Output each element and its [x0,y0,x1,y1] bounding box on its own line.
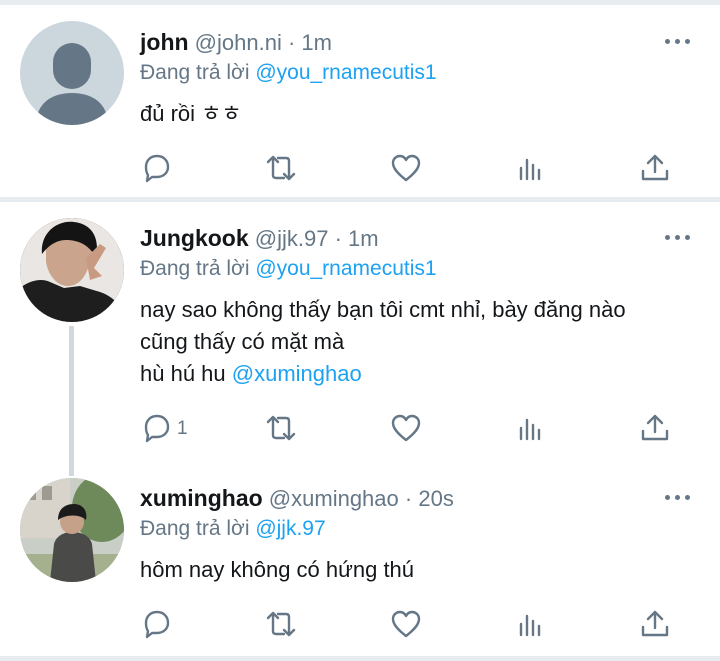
like-button[interactable] [389,151,423,185]
top-divider [0,0,720,5]
reply-button[interactable] [140,607,174,641]
tweet-text-line: cũng thấy có mặt mà [140,329,345,354]
analytics-icon [519,614,541,637]
analytics-icon [519,418,541,441]
retweet-button[interactable] [264,411,298,445]
separator-dot: · [334,226,342,251]
analytics-button[interactable] [514,607,548,641]
share-icon [641,414,669,441]
replying-to-label: Đang trả lời [140,257,250,280]
retweet-icon [266,611,296,637]
user-handle[interactable]: @john.ni [195,30,282,55]
thread-line [69,326,74,476]
tweet-text-line: hôm nay không có hứng thú [140,557,415,582]
analytics-icon [519,158,541,181]
more-icon[interactable] [665,492,691,502]
timestamp[interactable]: 1m [301,30,332,55]
retweet-button[interactable] [264,607,298,641]
like-icon [391,610,421,638]
timeline: john @john.ni · 1m Đang trả lời @you_rna… [0,0,720,661]
share-button[interactable] [638,411,672,445]
separator-dot: · [404,486,413,511]
analytics-button[interactable] [514,151,548,185]
like-icon [391,154,421,182]
reply-icon [144,414,170,443]
tweet-text: đủ rồi ㅎㅎ [140,98,242,130]
tweet-text-line: nay sao không thấy bạn tôi cmt nhỉ, bày … [140,297,626,322]
tweet-text-line: đủ rồi ㅎㅎ [140,101,242,126]
display-name[interactable]: john [140,29,189,55]
reply-count: 1 [177,418,188,439]
separator-dot: · [287,30,296,55]
tweet-divider [0,656,720,661]
more-icon[interactable] [665,36,691,46]
like-button[interactable] [389,607,423,641]
retweet-icon [266,155,296,181]
default-user-icon [36,43,108,125]
display-name[interactable]: xuminghao [140,485,263,511]
more-icon[interactable] [665,232,691,242]
reply-button[interactable] [140,151,174,185]
tweet-text-fragment: hù hú hu [140,361,232,386]
analytics-button[interactable] [514,411,548,445]
like-icon [391,414,421,442]
retweet-icon [266,415,296,441]
tweet-divider [0,197,720,202]
tweet-header: xuminghao @xuminghao · 20s [140,485,454,512]
share-icon [641,154,669,181]
replying-to: Đang trả lời @jjk.97 [140,517,326,541]
reply-icon [144,610,170,639]
like-button[interactable] [389,411,423,445]
share-icon [641,610,669,637]
avatar-jungkook[interactable] [20,218,124,322]
timestamp[interactable]: 20s [418,486,453,511]
user-handle[interactable]: @xuminghao [269,486,399,511]
replying-to: Đang trả lời @you_rnamecutis1 [140,257,437,281]
user-handle[interactable]: @jjk.97 [255,226,329,251]
tweet-text: hôm nay không có hứng thú [140,554,414,586]
share-button[interactable] [638,151,672,185]
tweet-header: Jungkook @jjk.97 · 1m [140,225,379,252]
display-name[interactable]: Jungkook [140,225,249,251]
tweet-text: nay sao không thấy bạn tôi cmt nhỉ, bày … [140,294,626,390]
timestamp[interactable]: 1m [348,226,379,251]
avatar-xuminghao[interactable] [20,478,124,582]
reply-icon [144,154,170,183]
reply-mention[interactable]: @you_rnamecutis1 [255,257,436,280]
avatar-default[interactable] [20,21,124,125]
share-button[interactable] [638,607,672,641]
reply-mention[interactable]: @jjk.97 [255,517,325,540]
text-mention[interactable]: @xuminghao [232,361,362,386]
replying-to-label: Đang trả lời [140,517,250,540]
reply-button[interactable] [140,411,174,445]
retweet-button[interactable] [264,151,298,185]
tweet-header: john @john.ni · 1m [140,29,332,56]
tweet-text-line: hù hú hu @xuminghao [140,358,626,390]
profile-photo [20,218,124,322]
profile-photo [20,478,124,582]
reply-mention[interactable]: @you_rnamecutis1 [255,61,436,84]
replying-to-label: Đang trả lời [140,61,250,84]
replying-to: Đang trả lời @you_rnamecutis1 [140,61,437,85]
